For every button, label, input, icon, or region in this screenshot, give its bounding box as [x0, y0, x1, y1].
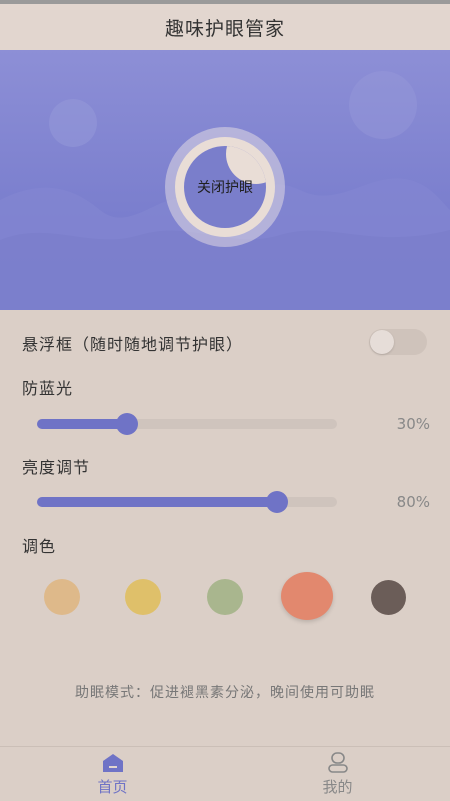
eye-button-ring: 关闭护眼 — [175, 137, 275, 237]
sleep-mode-hint: 助眠模式：促进褪黑素分泌，晚间使用可助眠 — [75, 685, 375, 701]
eye-toggle-label: 关闭护眼 — [197, 180, 253, 196]
color-swatch-yellow[interactable] — [125, 579, 161, 615]
brightness-value: 80% — [396, 493, 430, 511]
moon-icon: 关闭护眼 — [184, 146, 266, 228]
switch-knob — [370, 330, 394, 354]
blue-light-value: 30% — [396, 415, 430, 433]
float-window-label: 悬浮框（随时随地调节护眼） — [22, 335, 244, 354]
color-swatch-coral[interactable] — [281, 572, 333, 620]
slider-thumb[interactable] — [266, 491, 288, 513]
bottom-tab-bar: 首页 我的 — [0, 746, 450, 801]
brightness-slider[interactable] — [37, 491, 337, 513]
user-icon — [327, 751, 348, 773]
brightness-label: 亮度调节 — [22, 458, 91, 477]
home-icon — [102, 753, 123, 772]
slider-fill — [37, 419, 127, 429]
slider-fill — [37, 497, 277, 507]
tab-home-label: 首页 — [97, 777, 128, 796]
float-window-switch[interactable] — [369, 329, 427, 355]
color-swatch-tan[interactable] — [44, 579, 80, 615]
app-title: 趣味护眼管家 — [164, 17, 285, 40]
color-swatch-brown[interactable] — [371, 580, 406, 615]
hero-panel: 关闭护眼 — [0, 50, 450, 310]
tab-home[interactable]: 首页 — [0, 747, 225, 801]
tab-mine-label: 我的 — [322, 777, 353, 796]
tab-mine[interactable]: 我的 — [225, 747, 450, 801]
eye-protection-toggle-button[interactable]: 关闭护眼 — [165, 127, 285, 247]
slider-thumb[interactable] — [116, 413, 138, 435]
blue-light-slider[interactable] — [37, 413, 337, 435]
app-bar: 趣味护眼管家 — [0, 4, 450, 50]
color-swatch-green[interactable] — [207, 579, 243, 615]
blue-light-label: 防蓝光 — [22, 379, 74, 398]
color-label: 调色 — [22, 537, 57, 556]
